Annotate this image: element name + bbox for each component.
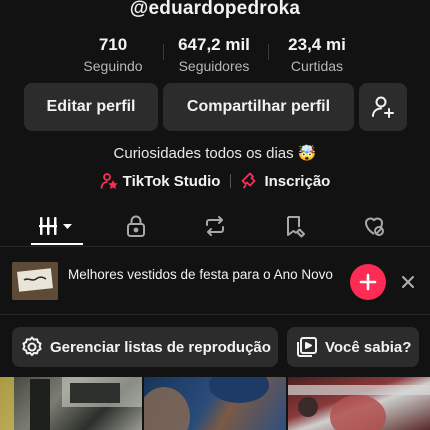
repost-icon — [206, 216, 224, 236]
tab-favorites[interactable] — [275, 206, 315, 246]
lock-icon — [127, 215, 145, 237]
close-icon — [402, 276, 414, 288]
tab-liked[interactable] — [354, 206, 394, 246]
likes-count: 23,4 mi — [288, 35, 346, 54]
playlist-thumbnail — [12, 262, 58, 300]
studio-icon — [100, 173, 118, 189]
plus-icon — [359, 273, 377, 291]
manage-playlists-label: Gerenciar listas de reprodução — [50, 338, 271, 356]
bio-text: Curiosidades todos os dias 🤯 — [113, 145, 317, 162]
edit-profile-button[interactable]: Editar perfil — [24, 83, 158, 131]
heart-icon — [365, 217, 384, 236]
username: @eduardopedroka — [129, 0, 301, 19]
bookmark-icon — [287, 216, 305, 238]
did-you-know-button[interactable]: Você sabia? — [287, 327, 419, 367]
add-friend-button[interactable] — [359, 83, 407, 131]
dismiss-button[interactable] — [398, 272, 418, 292]
manage-playlists-button[interactable]: Gerenciar listas de reprodução — [12, 327, 278, 367]
tab-videos[interactable] — [31, 206, 83, 246]
subscription-icon — [242, 172, 256, 189]
link-separator — [230, 174, 232, 188]
subscription-link[interactable]: Inscrição — [241, 172, 330, 190]
playlist-icon — [297, 337, 317, 357]
did-you-know-label: Você sabia? — [325, 338, 412, 356]
video-grid — [0, 377, 430, 430]
tiktok-studio-label: TikTok Studio — [122, 172, 221, 190]
followers-stat[interactable]: 647,2 mil Seguidores — [164, 34, 264, 76]
tabs-divider — [0, 246, 430, 247]
tab-private[interactable] — [116, 206, 156, 246]
profile-tabs — [0, 206, 430, 246]
likes-stat[interactable]: 23,4 mi Curtidas — [272, 34, 362, 76]
followers-count: 647,2 mil — [178, 35, 250, 54]
playlist-title: Melhores vestidos de festa para o Ano No… — [68, 267, 333, 282]
tiktok-studio-link[interactable]: TikTok Studio — [100, 172, 221, 190]
tab-reposts[interactable] — [195, 206, 235, 246]
stat-divider — [268, 44, 269, 60]
gear-icon — [22, 336, 42, 357]
video-thumbnail[interactable] — [144, 377, 286, 430]
following-count: 710 — [98, 35, 128, 54]
playlist-divider — [0, 314, 430, 315]
add-playlist-button[interactable] — [350, 264, 386, 300]
playlist-suggestion[interactable]: Melhores vestidos de festa para o Ano No… — [0, 248, 430, 314]
subscription-label: Inscrição — [264, 172, 331, 190]
share-profile-button[interactable]: Compartilhar perfil — [163, 83, 354, 131]
video-thumbnail[interactable] — [288, 377, 430, 430]
following-label: Seguindo — [83, 58, 143, 74]
profile-links: TikTok Studio Inscrição — [0, 172, 430, 190]
stats-row: 710 Seguindo 647,2 mil Seguidores 23,4 m… — [0, 34, 430, 78]
video-thumbnail[interactable] — [0, 377, 142, 430]
followers-label: Seguidores — [178, 58, 250, 74]
grid-icon — [39, 217, 72, 235]
active-tab-indicator — [31, 243, 83, 245]
add-person-icon — [372, 96, 394, 118]
following-stat[interactable]: 710 Seguindo — [68, 34, 158, 76]
likes-label: Curtidas — [290, 58, 344, 74]
